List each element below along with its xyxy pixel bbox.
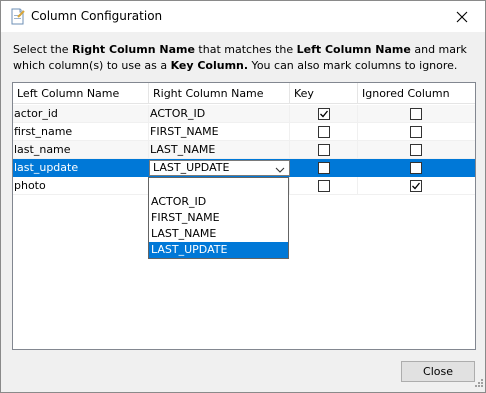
- left-column-cell[interactable]: actor_id: [13, 105, 149, 123]
- key-column-checkbox[interactable]: [318, 126, 330, 138]
- instructions-text: Select the Right Column Name that matche…: [13, 42, 475, 74]
- right-column-cell[interactable]: FIRST_NAME: [149, 123, 290, 141]
- ignored-column-cell[interactable]: [358, 141, 475, 159]
- dropdown-option-selected[interactable]: LAST_UPDATE: [149, 242, 288, 258]
- left-column-cell[interactable]: last_update: [13, 159, 149, 177]
- ignored-column-checkbox[interactable]: [410, 162, 422, 174]
- key-column-cell[interactable]: [290, 141, 358, 159]
- key-column-cell[interactable]: [290, 177, 358, 195]
- key-column-checkbox[interactable]: [318, 108, 330, 120]
- dropdown-option-empty[interactable]: [149, 178, 288, 194]
- right-column-dropdown-list[interactable]: ACTOR_ID FIRST_NAME LAST_NAME LAST_UPDAT…: [148, 177, 289, 259]
- ignored-column-cell[interactable]: [358, 105, 475, 123]
- table-row[interactable]: last_name LAST_NAME: [13, 141, 475, 159]
- ignored-column-cell[interactable]: [358, 159, 475, 177]
- header-key-column[interactable]: Key Column: [290, 83, 358, 121]
- key-column-cell[interactable]: [290, 159, 358, 177]
- right-column-cell[interactable]: ACTOR_ID: [149, 105, 290, 123]
- key-column-checkbox[interactable]: [318, 162, 330, 174]
- ignored-column-checkbox[interactable]: [410, 108, 422, 120]
- resize-grip-icon[interactable]: [473, 377, 483, 390]
- ignored-column-cell[interactable]: [358, 123, 475, 141]
- key-column-cell[interactable]: [290, 123, 358, 141]
- ignored-column-checkbox[interactable]: [410, 180, 422, 192]
- instruction-bold-key-column: Key Column.: [170, 59, 249, 72]
- left-column-cell[interactable]: photo: [13, 177, 149, 195]
- column-configuration-dialog: Column Configuration Select the Right Co…: [0, 0, 486, 393]
- instruction-bold-right-column: Right Column Name: [71, 43, 195, 56]
- table-row-selected[interactable]: last_update LAST_UPDATE: [13, 159, 475, 177]
- instruction-part: You can also mark columns to ignore.: [248, 59, 458, 72]
- ignored-column-checkbox[interactable]: [410, 144, 422, 156]
- instruction-part: Select the: [13, 43, 72, 56]
- key-column-cell[interactable]: [290, 105, 358, 123]
- left-column-cell[interactable]: first_name: [13, 123, 149, 141]
- close-icon[interactable]: [439, 1, 485, 32]
- right-column-combobox[interactable]: LAST_UPDATE: [149, 160, 290, 176]
- document-icon: [10, 8, 26, 25]
- table-row[interactable]: first_name FIRST_NAME: [13, 123, 475, 141]
- key-column-checkbox[interactable]: [318, 180, 330, 192]
- left-column-cell[interactable]: last_name: [13, 141, 149, 159]
- dropdown-option[interactable]: ACTOR_ID: [149, 194, 288, 210]
- dropdown-option[interactable]: LAST_NAME: [149, 226, 288, 242]
- window-title: Column Configuration: [31, 9, 163, 23]
- instruction-part: that matches the: [194, 43, 297, 56]
- dropdown-option[interactable]: FIRST_NAME: [149, 210, 288, 226]
- combobox-value: LAST_UPDATE: [153, 161, 230, 174]
- title-bar: Column Configuration: [1, 1, 485, 32]
- chevron-down-icon[interactable]: [275, 164, 285, 177]
- header-right-column-name[interactable]: Right Column Name: [149, 83, 290, 104]
- ignored-column-checkbox[interactable]: [410, 126, 422, 138]
- ignored-column-cell[interactable]: [358, 177, 475, 195]
- close-button[interactable]: Close: [401, 361, 475, 382]
- table-row[interactable]: actor_id ACTOR_ID: [13, 105, 475, 123]
- instruction-bold-left-column: Left Column Name: [296, 43, 411, 56]
- header-left-column-name[interactable]: Left Column Name: [13, 83, 149, 104]
- key-column-checkbox[interactable]: [318, 144, 330, 156]
- header-ignored-column[interactable]: Ignored Column: [358, 83, 475, 104]
- right-column-cell[interactable]: LAST_NAME: [149, 141, 290, 159]
